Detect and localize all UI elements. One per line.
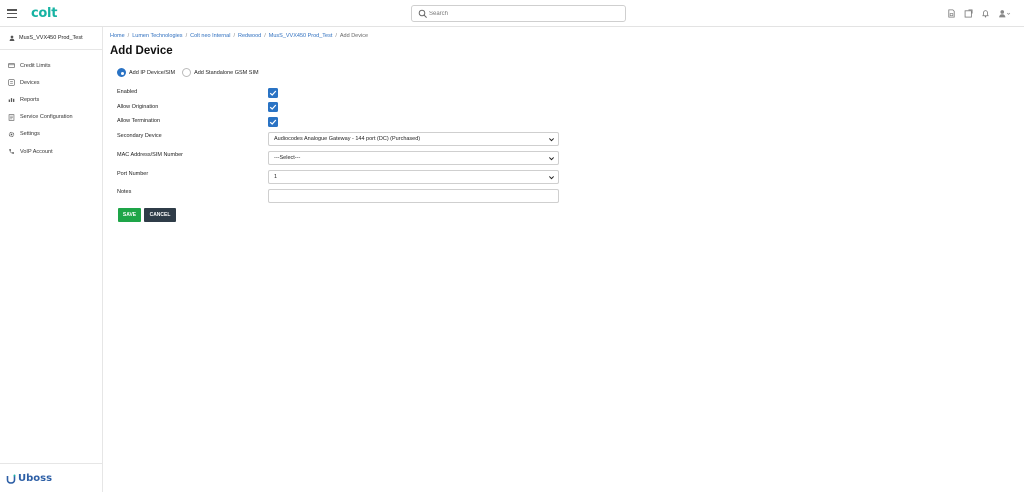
device-icon (8, 79, 15, 86)
top-icons (947, 9, 1011, 18)
bell-icon[interactable] (981, 9, 990, 18)
radio-label: Add Standalone GSM SIM (194, 69, 259, 76)
breadcrumb-account[interactable]: MusS_VVX450 Prod_Test (269, 33, 333, 39)
secondary-device-value: Audiocodes Analogue Gateway - 144 port (… (274, 136, 421, 142)
checkmark-icon (269, 104, 277, 110)
radio-label: Add IP Device/SIM (129, 69, 176, 76)
sidebar-item-credit-limits[interactable]: Credit Limits (8, 57, 73, 74)
search-icon (418, 9, 427, 18)
search-input[interactable] (429, 7, 619, 20)
enabled-label: Enabled (117, 89, 138, 95)
breadcrumb-lumen-technologies[interactable]: Lumen Technologies (132, 33, 182, 39)
sidebar-item-label: Reports (20, 96, 40, 103)
sim-icon[interactable] (947, 9, 956, 18)
notes-label: Notes (117, 189, 132, 195)
radio-add-standalone-gsm-sim[interactable]: Add Standalone GSM SIM (182, 68, 259, 77)
chevron-down-icon (548, 138, 555, 142)
allow-termination-label: Allow Termination (117, 118, 161, 124)
divider (0, 463, 102, 464)
allow-origination-label: Allow Origination (117, 104, 159, 110)
sidebar-item-settings[interactable]: Settings (8, 126, 73, 143)
port-number-value: 1 (274, 174, 278, 180)
sidebar-item-label: VoIP Account (20, 148, 53, 155)
colt-logo[interactable]: colt (31, 6, 57, 21)
user-icon[interactable] (998, 9, 1011, 18)
uboss-logo: Uboss (6, 473, 52, 484)
uboss-logo-icon (6, 474, 16, 484)
mac-address-label: MAC Address/SIM Number (117, 152, 184, 158)
breadcrumb-home[interactable]: Home (110, 33, 125, 39)
secondary-device-label: Secondary Device (117, 133, 162, 139)
allow-origination-checkbox[interactable] (268, 102, 278, 112)
breadcrumb: Home / Lumen Technologies / Colt neo Interna… (110, 33, 369, 39)
breadcrumb-colt-neo-internal[interactable]: Colt neo Internal (190, 33, 230, 39)
brand-text: Uboss (18, 473, 53, 484)
search-box[interactable] (411, 5, 626, 22)
sidebar-item-service-configuration[interactable]: Service Configuration (8, 109, 73, 126)
menu-icon[interactable] (7, 9, 17, 19)
gear-icon (8, 131, 15, 138)
radio-add-ip-device-sim[interactable]: Add IP Device/SIM (117, 68, 175, 77)
voip-icon (9, 149, 14, 154)
device-type-radio-group: Add IP Device/SIM Add Standalone GSM SIM (117, 68, 266, 77)
save-button[interactable]: SAVE (118, 208, 141, 222)
mac-address-value: ---Select--- (274, 155, 301, 161)
page-title: Add Device (110, 45, 173, 57)
top-bar: colt (0, 0, 1024, 27)
sidebar-user[interactable]: MusS_VVX450 Prod_Test (9, 35, 83, 41)
breadcrumb-redwood[interactable]: Redwood (238, 33, 261, 39)
secondary-device-select[interactable]: Audiocodes Analogue Gateway - 144 port (… (268, 132, 559, 146)
chevron-down-icon (548, 157, 555, 161)
sidebar-item-label: Service Configuration (20, 114, 73, 121)
user-icon (9, 35, 15, 41)
window-icon[interactable] (964, 9, 973, 18)
cancel-button[interactable]: CANCEL (144, 208, 176, 222)
sidebar-item-devices[interactable]: Devices (8, 74, 73, 91)
sidebar-item-reports[interactable]: Reports (8, 91, 73, 108)
sidebar: MusS_VVX450 Prod_Test Credit Limits Devi… (0, 27, 103, 492)
sidebar-item-voip-account[interactable]: VoIP Account (8, 143, 73, 160)
sidebar-nav: Credit Limits Devices Reports Service Co… (8, 57, 73, 160)
port-number-label: Port Number (117, 171, 149, 177)
reports-icon (8, 98, 15, 103)
sidebar-item-label: Devices (20, 79, 40, 86)
radio-indicator[interactable] (182, 68, 192, 77)
enabled-checkbox[interactable] (268, 88, 278, 98)
breadcrumb-current: Add Device (339, 33, 369, 39)
chevron-down-icon (548, 176, 555, 180)
radio-indicator[interactable] (117, 68, 126, 77)
credit-card-icon (8, 63, 15, 69)
mac-address-select[interactable]: ---Select--- (268, 151, 559, 165)
sidebar-user-name: MusS_VVX450 Prod_Test (19, 35, 83, 41)
allow-termination-checkbox[interactable] (268, 117, 278, 127)
service-config-icon (8, 114, 15, 121)
port-number-select[interactable]: 1 (268, 170, 559, 184)
sidebar-item-label: Settings (20, 131, 40, 138)
sidebar-item-label: Credit Limits (20, 62, 51, 69)
notes-input[interactable] (268, 189, 559, 203)
checkmark-icon (269, 119, 277, 125)
checkmark-icon (269, 90, 277, 96)
divider (0, 49, 102, 50)
